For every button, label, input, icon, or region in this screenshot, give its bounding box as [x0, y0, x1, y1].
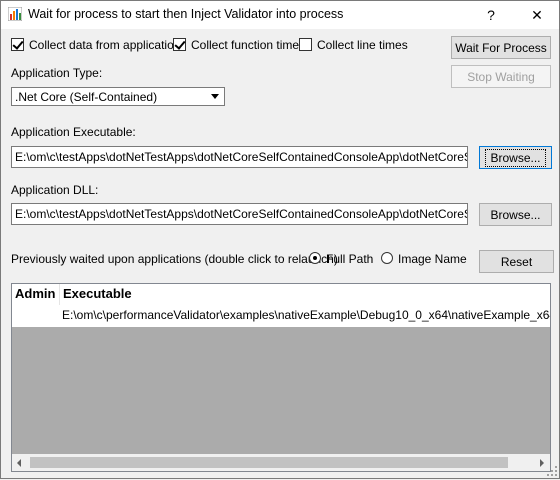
- resize-grip-icon[interactable]: [546, 465, 558, 477]
- image-name-radio[interactable]: [381, 252, 393, 264]
- collect-function-times-checkbox[interactable]: [173, 38, 186, 51]
- application-dll-label: Application DLL:: [11, 183, 99, 197]
- previous-apps-table[interactable]: Admin Executable E:\om\c\performanceVali…: [11, 283, 551, 472]
- collect-data-checkbox[interactable]: [11, 38, 24, 51]
- application-executable-label: Application Executable:: [11, 125, 136, 139]
- help-button[interactable]: ?: [471, 4, 511, 26]
- window-title: Wait for process to start then Inject Va…: [28, 7, 344, 21]
- application-executable-value: E:\om\c\testApps\dotNetTestApps\dotNetCo…: [15, 150, 468, 164]
- admin-cell: [12, 305, 60, 327]
- collect-line-times-label[interactable]: Collect line times: [317, 38, 408, 52]
- application-executable-field[interactable]: E:\om\c\testApps\dotNetTestApps\dotNetCo…: [11, 146, 468, 168]
- browse-executable-label: Browse...: [485, 148, 546, 167]
- dialog-window: Wait for process to start then Inject Va…: [0, 0, 560, 479]
- full-path-label[interactable]: Full Path: [326, 252, 373, 266]
- validator-app-icon: [7, 6, 23, 22]
- application-type-label: Application Type:: [11, 66, 103, 80]
- application-type-select[interactable]: .Net Core (Self-Contained): [11, 87, 225, 106]
- image-name-label[interactable]: Image Name: [398, 252, 467, 266]
- wait-for-process-button[interactable]: Wait For Process: [451, 36, 551, 59]
- column-header-admin[interactable]: Admin: [12, 284, 60, 305]
- collect-data-label[interactable]: Collect data from application: [29, 38, 180, 52]
- browse-dll-button[interactable]: Browse...: [479, 203, 552, 226]
- collect-function-times-label[interactable]: Collect function times: [191, 38, 305, 52]
- collect-line-times-checkbox[interactable]: [299, 38, 312, 51]
- reset-button[interactable]: Reset: [479, 250, 554, 273]
- table-header: Admin Executable: [12, 284, 550, 305]
- application-type-value: .Net Core (Self-Contained): [15, 90, 158, 104]
- horizontal-scrollbar[interactable]: [12, 454, 550, 471]
- full-path-radio[interactable]: [309, 252, 321, 264]
- application-dll-value: E:\om\c\testApps\dotNetTestApps\dotNetCo…: [15, 207, 468, 221]
- table-row[interactable]: E:\om\c\performanceValidator\examples\na…: [12, 305, 550, 327]
- scroll-left-icon[interactable]: [12, 454, 29, 471]
- close-button[interactable]: ✕: [517, 4, 557, 26]
- title-bar: Wait for process to start then Inject Va…: [1, 1, 559, 29]
- application-dll-field[interactable]: E:\om\c\testApps\dotNetTestApps\dotNetCo…: [11, 203, 468, 225]
- executable-cell: E:\om\c\performanceValidator\examples\na…: [62, 308, 550, 322]
- browse-executable-button[interactable]: Browse...: [479, 146, 552, 169]
- chevron-down-icon[interactable]: [208, 89, 223, 104]
- scrollbar-thumb[interactable]: [30, 457, 508, 468]
- column-header-executable[interactable]: Executable: [60, 284, 550, 305]
- stop-waiting-button[interactable]: Stop Waiting: [451, 65, 551, 88]
- previous-apps-label: Previously waited upon applications (dou…: [11, 252, 338, 266]
